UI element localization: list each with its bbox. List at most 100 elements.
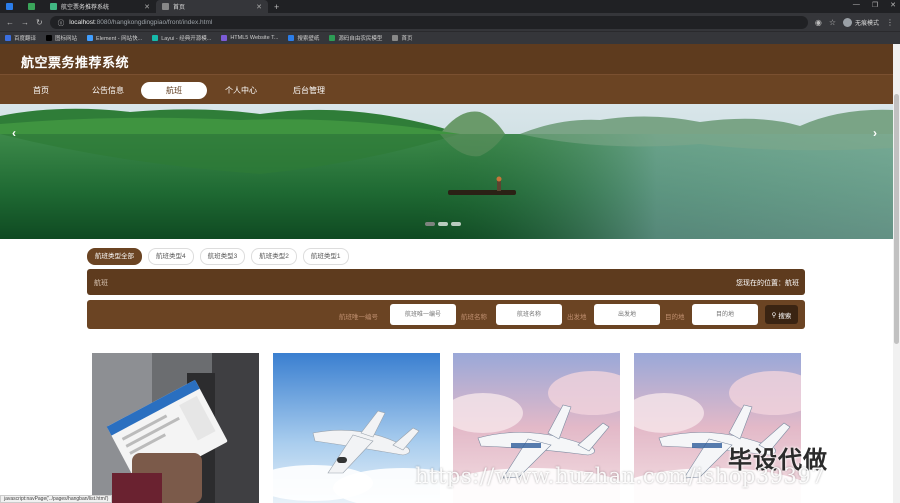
nav-announcements[interactable]: 公告信息 [86,82,130,99]
incognito-eye-icon[interactable]: ◉ [815,18,822,27]
bookmark-item[interactable]: 源码自由农民模型 [329,34,382,42]
bookmark-icon [152,35,159,41]
bookmark-item[interactable]: HTML5 Website T... [221,35,278,41]
bookmark-label: 源码自由农民模型 [338,36,383,42]
carousel-dot[interactable] [425,222,435,226]
departure-input[interactable] [594,304,660,325]
category-tab[interactable]: 航班类型2 [251,248,297,265]
globe-icon [162,3,169,10]
bookmark-icon [392,35,399,41]
search-bar: 航班唯一编号 航班名称 出发地 目的地 ⚲ 搜索 [87,300,805,329]
nav-admin[interactable]: 后台管理 [287,82,331,99]
browser-tab-title: 航空票务推荐系统 [61,5,110,11]
search-button[interactable]: ⚲ 搜索 [765,305,798,324]
bookmark-label: 图标网站 [55,36,78,42]
bookmark-icon [288,35,295,41]
incognito-avatar-icon [842,17,852,27]
close-icon[interactable]: ✕ [144,3,150,11]
lake-landscape-image [0,104,893,239]
section-title: 航班 [94,280,108,287]
browser-pinned-tab[interactable] [0,0,22,13]
nav-home[interactable]: 首页 [19,82,63,99]
watermark-url: https://www.huzhan.com/ishop39397 [415,464,826,488]
vue-icon [50,3,57,10]
destination-label: 目的地 [665,314,685,321]
reload-icon[interactable]: ↻ [36,18,43,27]
destination-input[interactable] [692,304,758,325]
address-bar[interactable]: ⓘ localhost:8080/hangkongdingpiao/front/… [49,15,808,29]
forward-icon[interactable]: → [21,18,29,27]
location-bar: 航班 您现在的位置：航班 [87,269,805,295]
carousel-indicators [425,222,461,226]
category-tab[interactable]: 航班类型4 [148,248,194,265]
carousel-dot[interactable] [451,222,461,226]
flight-name-label: 航班名称 [461,314,487,321]
flight-number-input[interactable] [390,304,456,325]
browser-tab-title: 首页 [173,5,186,11]
category-tab[interactable]: 航班类型1 [302,248,349,265]
carousel-next-icon[interactable]: › [873,126,877,140]
menu-icon[interactable]: ⋮ [886,18,894,27]
bookmark-label: Layui - 经典开源模... [161,36,212,42]
departure-label: 出发地 [567,314,587,321]
category-tab-all[interactable]: 航班类型全部 [87,248,142,265]
maximize-icon[interactable]: ❐ [872,1,878,9]
pinned-tab-icon [6,3,13,10]
bookmark-icon [46,35,53,41]
bookmark-icon [5,35,11,41]
window-controls: — ❐ ✕ [853,1,896,9]
search-button-label: 搜索 [778,312,792,320]
bookmark-icon [87,35,94,41]
bookmark-label: 首页 [401,36,413,42]
bookmark-icon [221,35,228,41]
site-header: 航空票务推荐系统 [0,44,893,74]
close-icon[interactable]: ✕ [256,3,262,11]
bookmark-item[interactable]: 图标网站 [46,34,77,42]
page-scrollbar[interactable] [893,44,900,503]
carousel-dot[interactable] [438,222,448,226]
pinned-tab-icon [28,3,35,10]
flight-number-label: 航班唯一编号 [339,314,378,321]
flight-name-input[interactable] [496,304,562,325]
flight-card[interactable] [92,353,259,503]
star-icon[interactable]: ☆ [829,18,836,27]
main-nav: 首页 公告信息 航班 个人中心 后台管理 [0,74,893,104]
site-title: 航空票务推荐系统 [21,55,130,70]
category-tab[interactable]: 航班类型3 [199,248,246,265]
carousel-prev-icon[interactable]: ‹ [12,126,16,140]
browser-tab[interactable]: 航空票务推荐系统 ✕ [44,0,156,13]
bookmark-label: HTML5 Website T... [230,35,279,41]
bookmark-label: 百度翻译 [14,36,37,42]
scrollbar-thumb[interactable] [894,94,899,344]
banner-carousel[interactable]: ‹ › [0,104,893,239]
address-toolbar: ← → ↻ ⓘ localhost:8080/hangkongdingpiao/… [0,13,900,31]
boarding-pass-image [92,353,259,503]
bookmark-label: 搜索壁纸 [297,36,320,42]
url-host: localhost [69,18,95,26]
url-path: :8080/hangkongdingpiao/front/index.html [94,18,213,26]
nav-personal-center[interactable]: 个人中心 [219,82,263,99]
profile-button[interactable]: 无痕模式 [842,17,879,27]
breadcrumb: 您现在的位置：航班 [736,280,799,287]
search-icon: ⚲ [771,311,777,319]
bookmark-item[interactable]: 百度翻译 [5,34,36,42]
bookmark-item[interactable]: Element - 网站快... [87,34,142,42]
back-icon[interactable]: ← [6,18,14,27]
status-bar-url: javascript:navPage('../pages/hangban/lis… [0,495,113,503]
bookmark-item[interactable]: Layui - 经典开源模... [152,34,211,42]
browser-tab-strip: 航空票务推荐系统 ✕ 首页 ✕ + — ❐ ✕ [0,0,900,13]
new-tab-icon[interactable]: + [268,2,285,12]
close-window-icon[interactable]: ✕ [890,1,896,9]
bookmark-item[interactable]: 搜索壁纸 [288,34,319,42]
browser-tab-active[interactable]: 首页 ✕ [156,0,268,13]
info-icon[interactable]: ⓘ [58,17,65,27]
flight-type-tabs: 航班类型全部 航班类型4 航班类型3 航班类型2 航班类型1 [87,248,349,265]
bookmark-label: Element - 网站快... [96,36,143,42]
browser-pinned-tab[interactable] [22,0,44,13]
bookmarks-bar: 百度翻译 图标网站 Element - 网站快... Layui - 经典开源模...… [0,31,900,44]
minimize-icon[interactable]: — [853,1,860,9]
bookmark-item[interactable]: 首页 [392,34,412,42]
bookmark-icon [329,35,336,41]
nav-flights[interactable]: 航班 [141,82,207,99]
profile-label: 无痕模式 [854,20,879,27]
